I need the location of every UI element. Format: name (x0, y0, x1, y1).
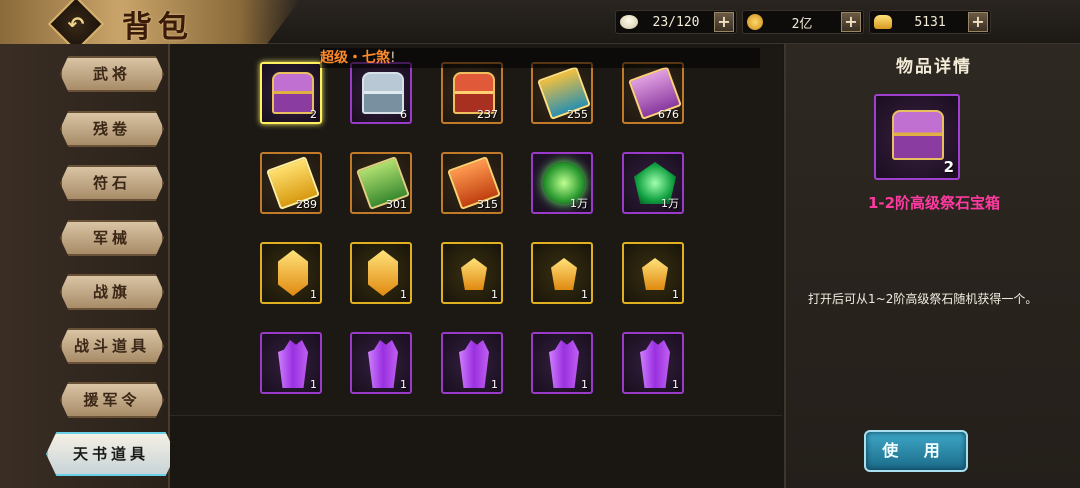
gold-rune-stone-small-icon (642, 258, 668, 290)
inventory-slot[interactable]: 315 (441, 152, 503, 214)
inventory-slot[interactable]: 6 (350, 62, 412, 124)
inventory-slot[interactable]: 289 (260, 152, 322, 214)
gold-coin-icon (747, 14, 763, 30)
inventory-slot[interactable]: 1万 (531, 152, 593, 214)
back-arrow-icon: ↶ (67, 12, 85, 36)
marquee-highlight: 超级・七煞 (320, 50, 390, 66)
item-count: 1万 (570, 197, 588, 210)
item-count: 315 (477, 198, 498, 211)
inventory-slot[interactable]: 1 (622, 332, 684, 394)
tab-armaments[interactable]: 军械 (60, 220, 164, 256)
item-count: 1 (310, 288, 317, 301)
stamina-resource: 23/120 + (615, 10, 737, 34)
coins-value: 2亿 (791, 16, 813, 32)
tab-generals[interactable]: 武将 (60, 56, 164, 92)
detail-item-name: 1-2阶高级祭石宝箱 (867, 194, 1001, 212)
gold-rune-stone-small-icon (551, 258, 577, 290)
gold-ingot-icon (874, 15, 892, 29)
purple-crystal-icon (278, 340, 308, 388)
add-stamina-button[interactable]: + (714, 12, 734, 32)
tab-rune-stones[interactable]: 符石 (60, 165, 164, 201)
gold-rune-stone-icon (368, 250, 398, 296)
add-coins-button[interactable]: + (841, 12, 861, 32)
steamed-bun-icon (620, 15, 638, 29)
inventory-slot[interactable]: 1 (350, 242, 412, 304)
add-ingots-button[interactable]: + (968, 12, 988, 32)
item-count: 255 (567, 108, 588, 121)
tab-banners[interactable]: 战旗 (60, 274, 164, 310)
ingots-value: 5131 (914, 14, 946, 30)
inventory-slot[interactable]: 301 (350, 152, 412, 214)
item-count: 1 (672, 378, 679, 391)
item-count: 1 (491, 378, 498, 391)
detail-item-count: 2 (943, 158, 954, 176)
purple-crystal-icon (368, 340, 398, 388)
ingots-resource: 5131 + (869, 10, 991, 34)
inventory-slot[interactable]: 1 (260, 242, 322, 304)
gold-rune-stone-icon (278, 250, 308, 296)
purple-crystal-icon (549, 340, 579, 388)
item-count: 1万 (661, 197, 679, 210)
item-count: 237 (477, 108, 498, 121)
tab-battle-items[interactable]: 战斗道具 (60, 328, 164, 364)
inventory-slot[interactable]: 1万 (622, 152, 684, 214)
silver-chest-icon (362, 72, 404, 114)
inventory-slot[interactable]: 255 (531, 62, 593, 124)
item-count: 1 (400, 288, 407, 301)
item-count: 1 (400, 378, 407, 391)
inventory-slot[interactable]: 237 (441, 62, 503, 124)
purple-chest-icon (892, 110, 944, 160)
inventory-slot[interactable]: 1 (622, 242, 684, 304)
detail-item-description: 打开后可从1~2阶高级祭石随机获得一个。 (808, 292, 1038, 306)
detail-item-slot: 2 (874, 94, 960, 180)
item-count: 1 (581, 288, 588, 301)
tab-celestial-book-items[interactable]: 天书道具 (46, 432, 176, 476)
purple-chest-icon (272, 72, 314, 114)
item-count: 1 (672, 288, 679, 301)
purple-crystal-icon (459, 340, 489, 388)
stamina-value: 23/120 (652, 14, 700, 30)
inventory-slot[interactable]: 2 (260, 62, 322, 124)
marquee-text: ! (390, 50, 396, 66)
top-bar: ↶ 背包 23/120 + 2亿 + 5131 + (0, 0, 1080, 53)
inventory-slot[interactable]: 1 (441, 242, 503, 304)
item-count: 1 (581, 378, 588, 391)
item-detail-panel: 物品详情 2 1-2阶高级祭石宝箱 打开后可从1~2阶高级祭石随机获得一个。 使… (784, 44, 1080, 488)
gold-rune-stone-small-icon (461, 258, 487, 290)
inventory-slot[interactable]: 1 (531, 332, 593, 394)
item-count: 676 (658, 108, 679, 121)
category-sidebar: 武将 残卷 符石 军械 战旗 战斗道具 援军令 天书道具 (0, 44, 176, 488)
detail-heading: 物品详情 (896, 57, 972, 77)
item-count: 6 (400, 108, 407, 121)
inventory-slot[interactable]: 1 (531, 242, 593, 304)
inventory-slot[interactable]: 1 (441, 332, 503, 394)
tab-fragments[interactable]: 残卷 (60, 111, 164, 147)
item-count: 1 (310, 378, 317, 391)
purple-crystal-icon (640, 340, 670, 388)
coins-resource: 2亿 + (742, 10, 864, 34)
page-title: 背包 (122, 10, 194, 45)
announcement-marquee: 超级・七煞! (320, 48, 760, 68)
grid-footer (170, 416, 782, 488)
inventory-slot[interactable]: 1 (260, 332, 322, 394)
item-count: 2 (310, 108, 317, 121)
item-count: 301 (386, 198, 407, 211)
inventory-slot[interactable]: 676 (622, 62, 684, 124)
item-count: 289 (296, 198, 317, 211)
item-count: 1 (491, 288, 498, 301)
tab-reinforcement-orders[interactable]: 援军令 (60, 382, 164, 418)
inventory-slot[interactable]: 1 (350, 332, 412, 394)
use-button[interactable]: 使 用 (864, 430, 968, 472)
